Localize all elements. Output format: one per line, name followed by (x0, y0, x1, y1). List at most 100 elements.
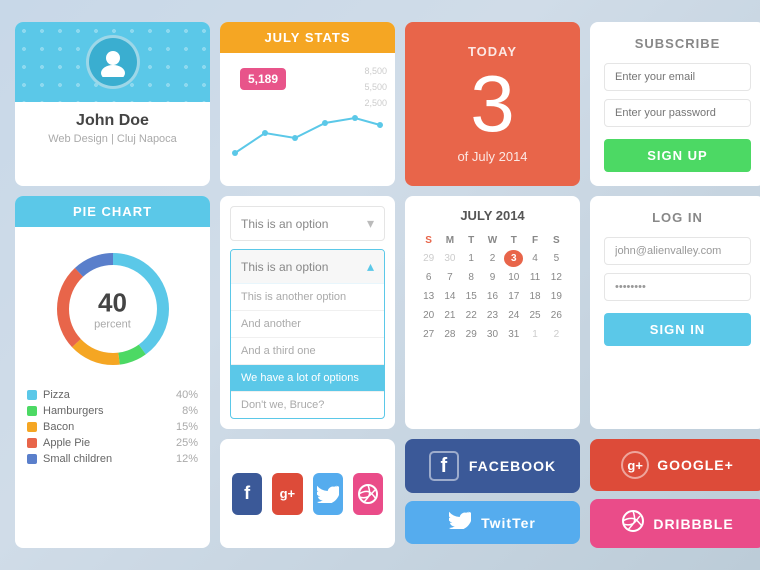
cal-day[interactable]: 27 (419, 326, 438, 343)
cal-day[interactable]: 1 (525, 326, 544, 343)
cal-day[interactable]: 21 (440, 307, 459, 324)
cal-day[interactable]: 12 (547, 269, 566, 286)
subscribe-card: SUBSCRIBE SIGN UP (590, 22, 760, 186)
pie-body: 40 percent Pizza 40% Hamburgers (15, 227, 210, 479)
legend-pct-hamburgers: 8% (182, 405, 198, 417)
dribbble-icon-button[interactable] (353, 473, 383, 515)
subscribe-title: SUBSCRIBE (604, 36, 751, 51)
subscribe-password-input[interactable] (604, 99, 751, 127)
login-card: LOG IN SIGN IN (590, 196, 760, 429)
cal-day-today[interactable]: 3 (504, 250, 523, 267)
cal-day[interactable]: 8 (462, 269, 481, 286)
stats-badge: 5,189 (240, 68, 286, 90)
twitter-icon-button[interactable] (313, 473, 343, 515)
cal-day-header: S (419, 233, 438, 248)
dribbble-icon (621, 509, 645, 538)
dropdown-select[interactable]: This is an option ▾ (230, 206, 385, 241)
stats-header: JULY STATS (220, 22, 395, 53)
cal-day[interactable]: 18 (525, 288, 544, 305)
dropdown-option[interactable]: Don't we, Bruce? (231, 392, 384, 418)
cal-day[interactable]: 6 (419, 269, 438, 286)
cal-day[interactable]: 17 (504, 288, 523, 305)
cal-day[interactable]: 24 (504, 307, 523, 324)
google-plus-button-label: GOOGLE+ (657, 457, 734, 473)
dropdown-option[interactable]: And another (231, 311, 384, 338)
cal-day[interactable]: 9 (483, 269, 502, 286)
cal-day-header: T (462, 233, 481, 248)
cal-day[interactable]: 1 (462, 250, 481, 267)
cal-day[interactable]: 19 (547, 288, 566, 305)
subscribe-email-input[interactable] (604, 63, 751, 91)
profile-card: John Doe Web Design | Cluj Napoca (15, 22, 210, 186)
cal-day[interactable]: 4 (525, 250, 544, 267)
facebook-icon-button[interactable]: f (232, 473, 262, 515)
cal-day[interactable]: 2 (483, 250, 502, 267)
cal-day-header: S (547, 233, 566, 248)
calendar-grid: S M T W T F S 29 30 1 2 3 4 5 (417, 231, 568, 345)
cal-day[interactable]: 16 (483, 288, 502, 305)
bottom-social-col3: f FACEBOOK TwitTer (405, 439, 580, 548)
today-sub: of July 2014 (457, 149, 527, 164)
cal-day-header: T (504, 233, 523, 248)
cal-day[interactable]: 30 (440, 250, 459, 267)
cal-day[interactable]: 11 (525, 269, 544, 286)
social-icons-row: f g+ (220, 439, 395, 548)
pie-number: 40 (94, 288, 131, 319)
cal-day[interactable]: 30 (483, 326, 502, 343)
dropdown-card: This is an option ▾ This is an option ▴ … (220, 196, 395, 429)
dropdown-option[interactable]: This is another option (231, 284, 384, 311)
calendar-title: JULY 2014 (417, 208, 568, 223)
stats-card: JULY STATS 5,189 8,500 5,500 2,500 (220, 22, 395, 186)
facebook-button-label: FACEBOOK (469, 458, 556, 474)
dribbble-button-label: DRIBBBLE (653, 516, 733, 532)
google-plus-icon-button[interactable]: g+ (272, 473, 302, 515)
avatar (86, 35, 140, 89)
dropdown-open-header[interactable]: This is an option ▴ (231, 250, 384, 284)
cal-day[interactable]: 23 (483, 307, 502, 324)
cal-day-header: F (525, 233, 544, 248)
cal-day-header: W (483, 233, 502, 248)
pie-legend: Pizza 40% Hamburgers 8% Bacon (27, 387, 198, 467)
profile-header (15, 22, 210, 102)
pie-card: PIE CHART 40 (15, 196, 210, 548)
legend-color-bacon (27, 422, 37, 432)
cal-day[interactable]: 13 (419, 288, 438, 305)
subscribe-button[interactable]: SIGN UP (604, 139, 751, 172)
stats-chart (225, 103, 385, 163)
login-title: LOG IN (604, 210, 751, 225)
dropdown-option[interactable]: And a third one (231, 338, 384, 365)
login-password-input[interactable] (604, 273, 751, 301)
cal-day[interactable]: 26 (547, 307, 566, 324)
cal-day[interactable]: 29 (419, 250, 438, 267)
legend-item: Pizza 40% (27, 387, 198, 403)
cal-day[interactable]: 22 (462, 307, 481, 324)
cal-day[interactable]: 28 (440, 326, 459, 343)
cal-day[interactable]: 10 (504, 269, 523, 286)
dribbble-button[interactable]: DRIBBBLE (590, 499, 760, 548)
cal-day[interactable]: 2 (547, 326, 566, 343)
cal-day[interactable]: 31 (504, 326, 523, 343)
cal-day[interactable]: 5 (547, 250, 566, 267)
facebook-button[interactable]: f FACEBOOK (405, 439, 580, 493)
legend-color-hamburgers (27, 406, 37, 416)
twitter-button[interactable]: TwitTer (405, 501, 580, 544)
dropdown-option-highlighted[interactable]: We have a lot of options (231, 365, 384, 392)
pie-header: PIE CHART (15, 196, 210, 227)
dropdown-open: This is an option ▴ This is another opti… (230, 249, 385, 419)
cal-day[interactable]: 15 (462, 288, 481, 305)
login-button[interactable]: SIGN IN (604, 313, 751, 346)
google-plus-button[interactable]: g+ GOOGLE+ (590, 439, 760, 491)
cal-day[interactable]: 29 (462, 326, 481, 343)
cal-day[interactable]: 14 (440, 288, 459, 305)
legend-color-pizza (27, 390, 37, 400)
legend-label-children: Small children (43, 453, 112, 465)
pie-chart: 40 percent (53, 249, 173, 369)
legend-label-applepie: Apple Pie (43, 437, 90, 449)
cal-day[interactable]: 20 (419, 307, 438, 324)
cal-day[interactable]: 25 (525, 307, 544, 324)
today-card: TODAY 3 of July 2014 (405, 22, 580, 186)
login-email-input[interactable] (604, 237, 751, 265)
legend-label-bacon: Bacon (43, 421, 74, 433)
twitter-icon (449, 511, 471, 534)
cal-day[interactable]: 7 (440, 269, 459, 286)
